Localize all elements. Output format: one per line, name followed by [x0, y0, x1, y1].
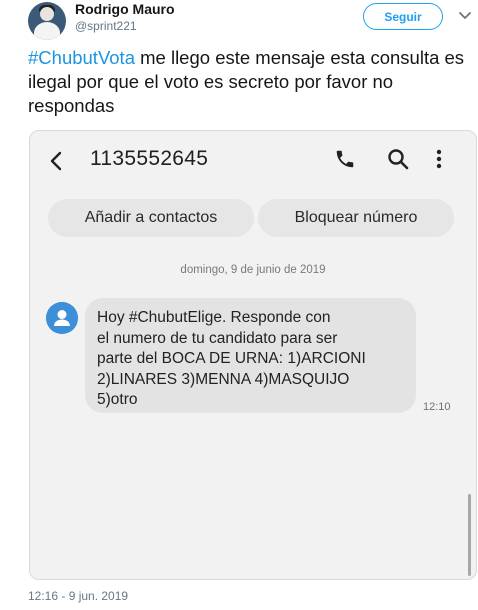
- author-avatar[interactable]: [28, 2, 66, 40]
- message-bubble: Hoy #ChubutElige. Responde con el numero…: [85, 298, 416, 413]
- attached-screenshot[interactable]: 1135552645 Añadir a contactos Bloquear n…: [29, 130, 477, 580]
- contact-avatar-icon: [46, 302, 78, 334]
- phone-icon: [336, 150, 354, 168]
- message-time: 12:10: [423, 401, 451, 413]
- sender-phone-number: 1135552645: [90, 147, 209, 170]
- block-number-button: Bloquear número: [258, 199, 454, 237]
- follow-button[interactable]: Seguir: [363, 3, 443, 30]
- chevron-down-icon[interactable]: [458, 11, 472, 21]
- add-contact-button: Añadir a contactos: [48, 199, 254, 237]
- author-handle[interactable]: @sprint221: [75, 19, 137, 33]
- author-name[interactable]: Rodrigo Mauro: [75, 1, 175, 17]
- scrollbar-thumb: [468, 494, 471, 576]
- search-icon: [388, 149, 409, 170]
- date-divider: domingo, 9 de junio de 2019: [180, 264, 326, 276]
- more-vertical-icon: [436, 149, 442, 169]
- tweet-text: #ChubutVota me llego este mensaje esta c…: [28, 46, 468, 118]
- tweet-timestamp[interactable]: 12:16 - 9 jun. 2019: [28, 589, 128, 603]
- hashtag-link[interactable]: #ChubutVota: [28, 47, 135, 68]
- back-arrow-icon: [50, 151, 62, 171]
